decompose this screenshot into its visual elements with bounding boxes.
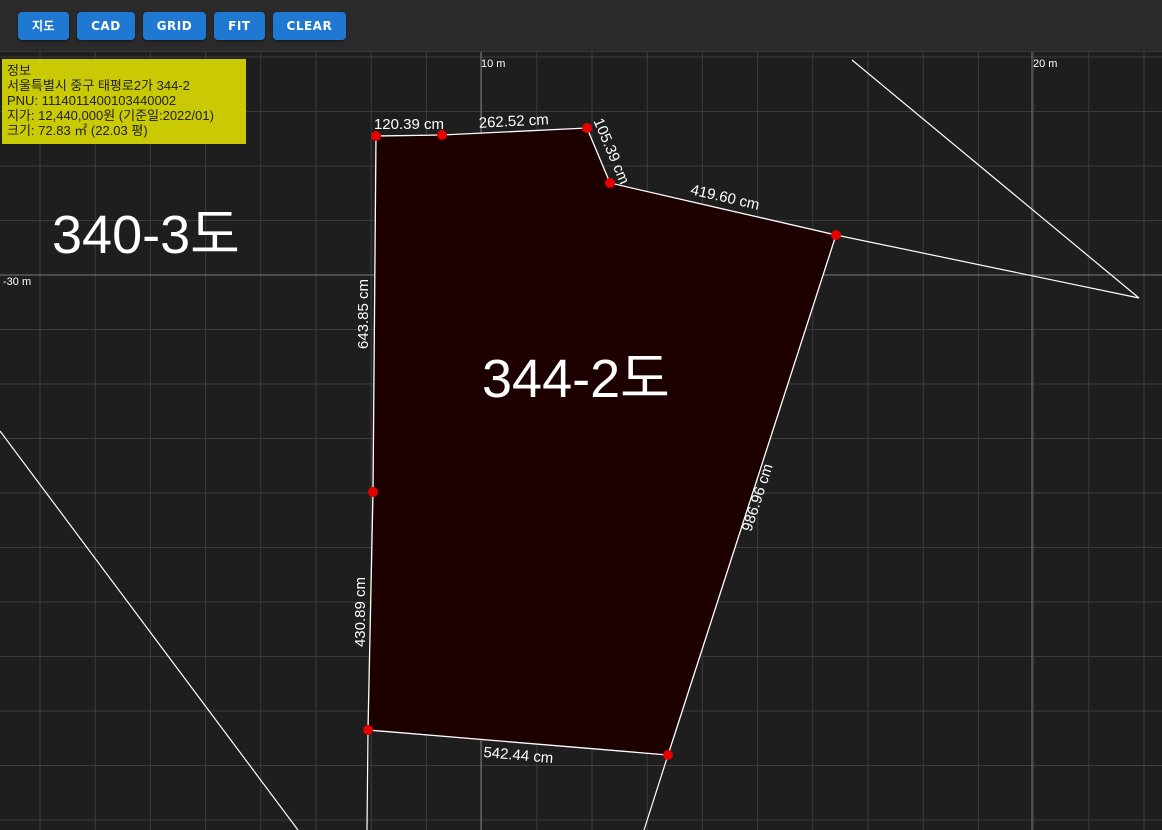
neighbor-parcel-label: 340-3도 — [52, 205, 240, 265]
fit-button[interactable]: FIT — [214, 11, 265, 40]
neighbor-boundary-bottom-left — [366, 729, 369, 830]
neighbor-boundary-left — [0, 430, 299, 830]
map-button[interactable]: 지도 — [18, 11, 70, 40]
info-size: 크기: 72.83 ㎡ (22.03 평) — [7, 123, 148, 138]
vertex-point[interactable] — [363, 725, 373, 735]
toolbar: 지도 CAD GRID FIT CLEAR — [0, 0, 1162, 52]
grid-button[interactable]: GRID — [142, 11, 207, 40]
x-axis-label-20m: 20 m — [1033, 58, 1058, 70]
neighbor-boundary-top-right — [835, 59, 1140, 299]
clear-button[interactable]: CLEAR — [272, 11, 347, 40]
info-title: 정보 — [7, 63, 31, 78]
vertex-point[interactable] — [831, 230, 841, 240]
cad-canvas[interactable]: 120.39 cm 262.52 cm 105.39 cm 419.60 cm … — [0, 52, 1162, 830]
vertex-point[interactable] — [368, 487, 378, 497]
cad-button[interactable]: CAD — [77, 11, 135, 40]
parcel-344-2-polygon[interactable] — [367, 127, 837, 756]
cad-drawing[interactable]: 120.39 cm 262.52 cm 105.39 cm 419.60 cm … — [0, 52, 1162, 830]
dim-label: 262.52 cm — [478, 111, 549, 132]
vertex-point[interactable] — [663, 750, 673, 760]
y-axis-label-minus-30m: -30 m — [3, 276, 32, 288]
main-parcel-label: 344-2도 — [482, 349, 670, 409]
vertex-point[interactable] — [582, 123, 592, 133]
info-pnu: PNU: 1114011400103440002 — [7, 93, 177, 108]
dim-label: 643.85 cm — [355, 279, 372, 349]
x-axis-label-10m: 10 m — [481, 58, 506, 70]
dim-label: 120.39 cm — [374, 116, 444, 133]
info-address: 서울특별시 중구 태평로2가 344-2 — [7, 78, 190, 93]
info-panel: 정보 서울특별시 중구 태평로2가 344-2 PNU: 11140114001… — [2, 59, 246, 144]
dim-label: 542.44 cm — [483, 744, 554, 767]
info-price: 지가: 12,440,000원 (기준일:2022/01) — [7, 108, 214, 123]
vertex-point[interactable] — [605, 178, 615, 188]
dim-label: 430.89 cm — [352, 577, 369, 647]
